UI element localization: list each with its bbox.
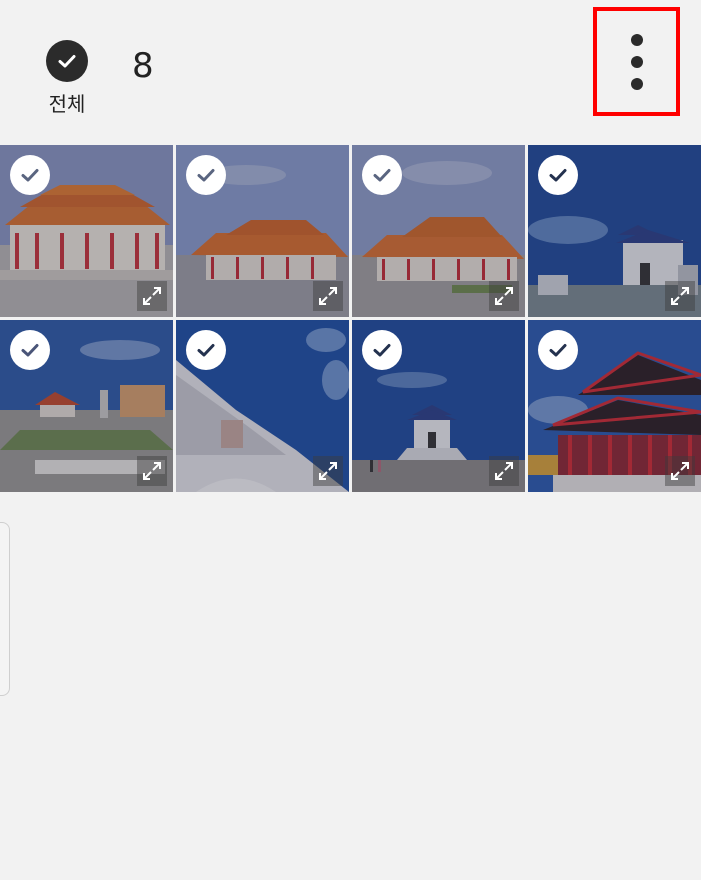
checkmark-icon[interactable] — [362, 330, 402, 370]
more-options-button[interactable] — [593, 7, 680, 116]
more-vertical-icon — [630, 33, 643, 46]
expand-icon[interactable] — [665, 281, 695, 311]
checkmark-icon[interactable] — [186, 155, 226, 195]
selection-header: 전체 8 — [0, 0, 701, 140]
photo-thumbnail[interactable] — [528, 320, 701, 492]
selected-count: 8 — [132, 46, 154, 86]
checkmark-icon[interactable] — [10, 155, 50, 195]
photo-grid — [0, 145, 701, 492]
expand-icon[interactable] — [489, 281, 519, 311]
expand-icon[interactable] — [137, 456, 167, 486]
photo-thumbnail[interactable] — [352, 320, 525, 492]
more-vertical-icon-dot — [630, 77, 643, 90]
checkmark-icon[interactable] — [362, 155, 402, 195]
checkmark-icon — [46, 40, 88, 82]
checkmark-icon[interactable] — [186, 330, 226, 370]
photo-thumbnail[interactable] — [176, 145, 349, 317]
more-vertical-icon-dot — [630, 55, 643, 68]
select-all-toggle[interactable]: 전체 — [40, 40, 94, 117]
select-all-label: 전체 — [48, 92, 86, 116]
side-drawer-handle[interactable] — [0, 522, 10, 696]
expand-icon[interactable] — [665, 456, 695, 486]
photo-thumbnail[interactable] — [176, 320, 349, 492]
expand-icon[interactable] — [313, 456, 343, 486]
checkmark-icon[interactable] — [538, 155, 578, 195]
expand-icon[interactable] — [313, 281, 343, 311]
photo-thumbnail[interactable] — [352, 145, 525, 317]
photo-thumbnail[interactable] — [528, 145, 701, 317]
expand-icon[interactable] — [137, 281, 167, 311]
photo-thumbnail[interactable] — [0, 320, 173, 492]
photo-thumbnail[interactable] — [0, 145, 173, 317]
checkmark-icon[interactable] — [538, 330, 578, 370]
checkmark-icon[interactable] — [10, 330, 50, 370]
expand-icon[interactable] — [489, 456, 519, 486]
